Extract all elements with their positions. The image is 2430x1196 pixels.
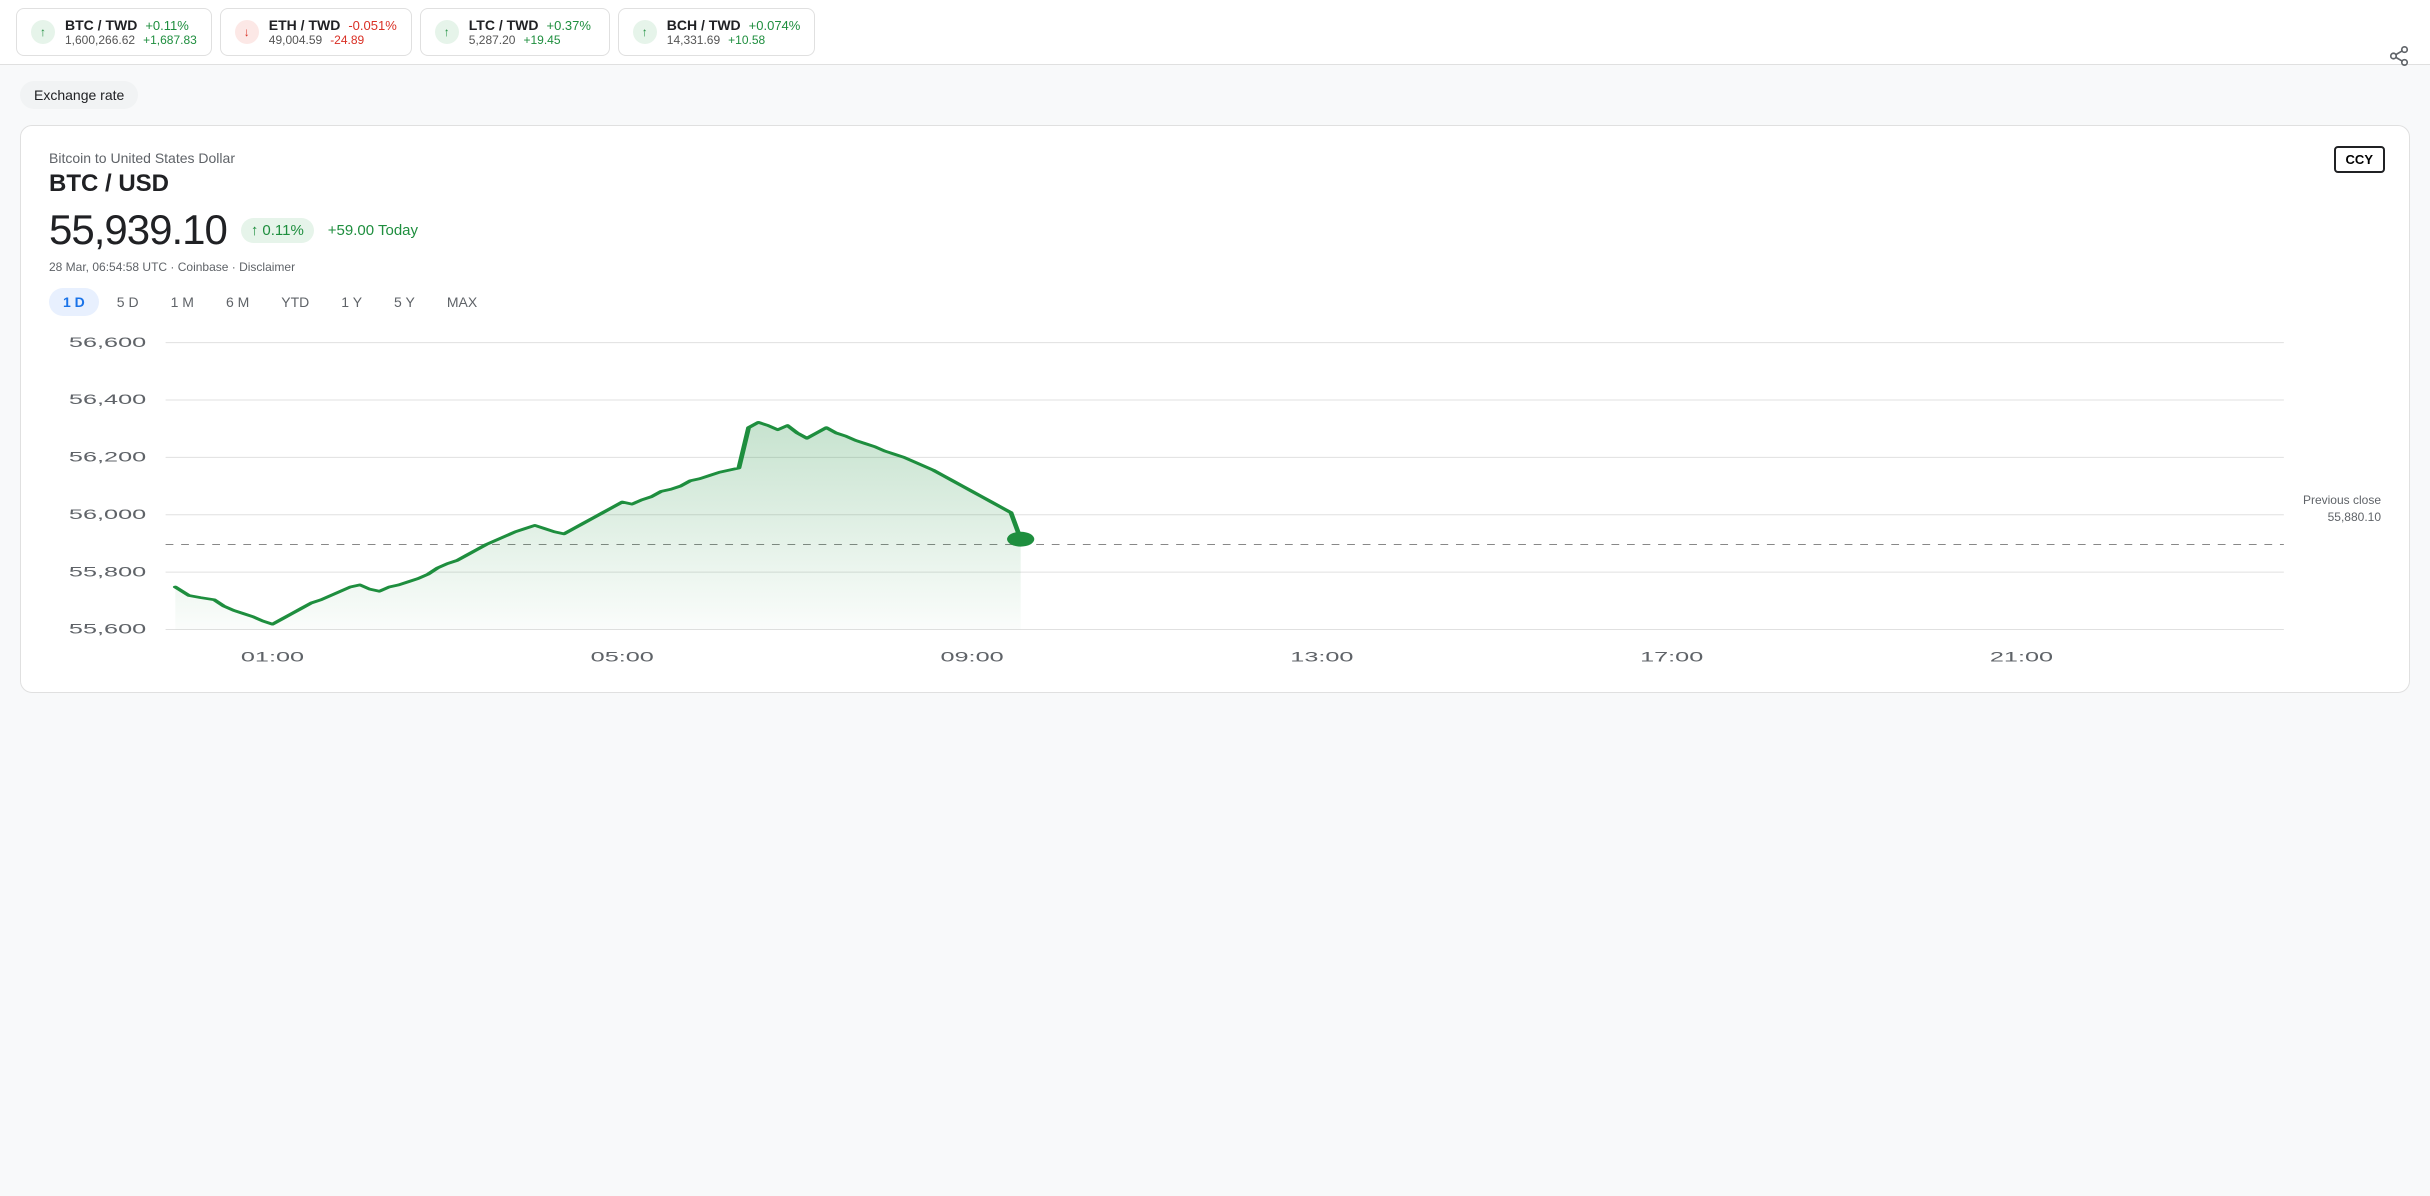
svg-text:56,000: 56,000 (69, 507, 146, 522)
ticker-change-abs-0: +1,687.83 (143, 33, 197, 47)
ticker-price-0: 1,600,266.62 (65, 33, 135, 47)
svg-text:09:00: 09:00 (940, 650, 1003, 665)
price-chart-svg: 56,600 56,400 56,200 56,000 55,800 55,60… (49, 332, 2381, 672)
ticker-bar: ↑ BTC / TWD +0.11% 1,600,266.62 +1,687.83 ↓ ET… (0, 0, 2430, 65)
ticker-pair-1: ETH / TWD (269, 17, 341, 33)
change-badge: ↑ 0.11% (241, 218, 314, 243)
ticker-price-1: 49,004.59 (269, 33, 322, 47)
svg-text:13:00: 13:00 (1290, 650, 1353, 665)
ticker-2[interactable]: ↑ LTC / TWD +0.37% 5,287.20 +19.45 (420, 8, 610, 56)
change-today: +59.00 Today (328, 222, 418, 239)
ticker-info-1: ETH / TWD -0.051% 49,004.59 -24.89 (269, 17, 397, 47)
ticker-arrow-0: ↑ (31, 20, 55, 44)
svg-text:55,600: 55,600 (69, 622, 146, 637)
ccy-button[interactable]: CCY (2334, 146, 2385, 173)
time-tab-5-d[interactable]: 5 D (103, 288, 153, 316)
svg-text:55,800: 55,800 (69, 565, 146, 580)
svg-text:56,400: 56,400 (69, 393, 146, 408)
time-tab-1-d[interactable]: 1 D (49, 288, 99, 316)
data-source: 28 Mar, 06:54:58 UTC · Coinbase · Discla… (49, 260, 2381, 274)
ticker-pair-0: BTC / TWD (65, 17, 137, 33)
svg-text:17:00: 17:00 (1640, 650, 1703, 665)
time-tabs: 1 D5 D1 M6 MYTD1 Y5 YMAX (49, 288, 2381, 316)
ticker-3[interactable]: ↑ BCH / TWD +0.074% 14,331.69 +10.58 (618, 8, 816, 56)
time-tab-max[interactable]: MAX (433, 288, 491, 316)
svg-text:56,200: 56,200 (69, 450, 146, 465)
up-arrow-icon: ↑ (251, 222, 259, 239)
ticker-change-pct-2: +0.37% (547, 18, 591, 33)
chart-area: 56,600 56,400 56,200 56,000 55,800 55,60… (49, 332, 2381, 672)
ticker-change-pct-3: +0.074% (749, 18, 801, 33)
ticker-arrow-2: ↑ (435, 20, 459, 44)
chart-card: CCY Bitcoin to United States Dollar BTC … (20, 125, 2410, 693)
pair-subtitle: Bitcoin to United States Dollar (49, 150, 2381, 166)
ticker-price-2: 5,287.20 (469, 33, 516, 47)
svg-text:05:00: 05:00 (591, 650, 654, 665)
ticker-arrow-3: ↑ (633, 20, 657, 44)
main-price: 55,939.10 (49, 206, 227, 254)
ticker-change-pct-0: +0.11% (145, 18, 189, 33)
ticker-change-abs-1: -24.89 (330, 33, 364, 47)
ticker-change-pct-1: -0.051% (348, 18, 396, 33)
share-button[interactable] (2388, 45, 2410, 73)
previous-close-label: Previous close 55,880.10 (2303, 492, 2381, 526)
ticker-price-3: 14,331.69 (667, 33, 720, 47)
ticker-info-0: BTC / TWD +0.11% 1,600,266.62 +1,687.83 (65, 17, 197, 47)
price-row: 55,939.10 ↑ 0.11% +59.00 Today (49, 206, 2381, 254)
exchange-rate-label[interactable]: Exchange rate (20, 81, 138, 109)
ticker-change-abs-2: +19.45 (523, 33, 560, 47)
ticker-arrow-1: ↓ (235, 20, 259, 44)
ticker-info-3: BCH / TWD +0.074% 14,331.69 +10.58 (667, 17, 801, 47)
change-pct: 0.11% (262, 222, 303, 239)
ticker-0[interactable]: ↑ BTC / TWD +0.11% 1,600,266.62 +1,687.83 (16, 8, 212, 56)
time-tab-ytd[interactable]: YTD (267, 288, 323, 316)
pair-title: BTC / USD (49, 170, 2381, 198)
main-content: Exchange rate CCY Bitcoin to United Stat… (0, 65, 2430, 709)
time-tab-6-m[interactable]: 6 M (212, 288, 263, 316)
svg-text:01:00: 01:00 (241, 650, 304, 665)
time-tab-1-y[interactable]: 1 Y (327, 288, 376, 316)
ticker-info-2: LTC / TWD +0.37% 5,287.20 +19.45 (469, 17, 591, 47)
time-tab-5-y[interactable]: 5 Y (380, 288, 429, 316)
ticker-pair-2: LTC / TWD (469, 17, 539, 33)
ticker-change-abs-3: +10.58 (728, 33, 765, 47)
ticker-pair-3: BCH / TWD (667, 17, 741, 33)
svg-text:21:00: 21:00 (1990, 650, 2053, 665)
ticker-1[interactable]: ↓ ETH / TWD -0.051% 49,004.59 -24.89 (220, 8, 412, 56)
time-tab-1-m[interactable]: 1 M (157, 288, 208, 316)
svg-text:56,600: 56,600 (69, 335, 146, 350)
